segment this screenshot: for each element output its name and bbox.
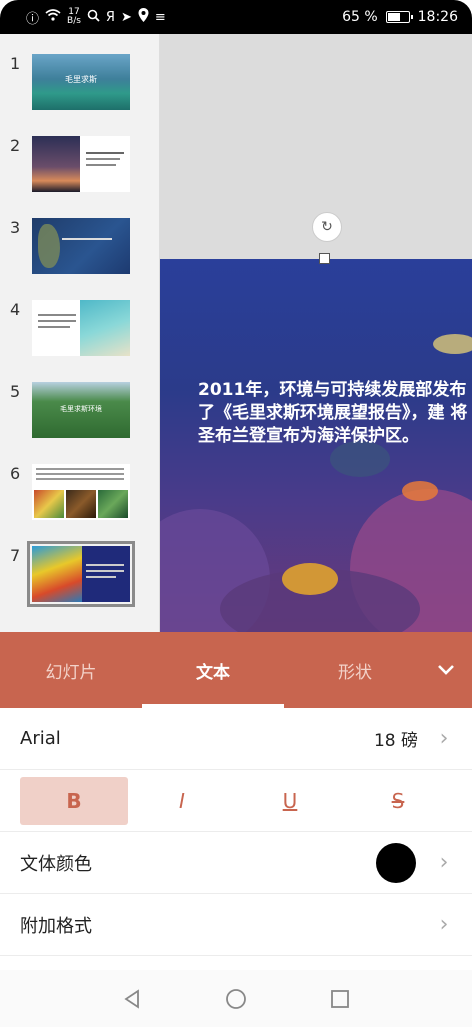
slide-text-box[interactable]: 2011年，环境与可持续发展部发布了《毛里求斯环境展望报告》，建 将圣布兰登宣布… (198, 379, 470, 448)
text-format-panel: Arial 18 磅 › B I U S 文体颜色 › 附加格式 › (0, 708, 472, 958)
slide-caption: 毛里求斯 (65, 75, 97, 84)
alert-icon: ⓘ (26, 11, 40, 27)
tab-slide[interactable]: 幻灯片 (0, 632, 142, 708)
tab-shape[interactable]: 形状 (284, 632, 426, 708)
slide-number: 5 (10, 382, 21, 401)
style-row: B I U S (0, 770, 472, 832)
slide-image (80, 300, 130, 356)
slide-image (32, 546, 82, 602)
font-size: 18 磅 (373, 731, 418, 751)
slide-thumbnail-3[interactable]: 3 (0, 218, 160, 278)
slide-preview: 毛里求斯环境 (32, 382, 130, 438)
slide-number: 6 (10, 464, 21, 483)
slide-preview (32, 136, 130, 192)
net-speed-unit: B/s (67, 16, 81, 26)
bold-button[interactable]: B (20, 776, 128, 825)
slide-thumbnail-4[interactable]: 4 (0, 300, 160, 360)
home-icon[interactable] (221, 984, 251, 1014)
extra-format-label: 附加格式 (20, 915, 92, 937)
chevron-right-icon: › (439, 912, 449, 937)
italic-button[interactable]: I (128, 777, 236, 825)
strikethrough-button[interactable]: S (344, 777, 452, 825)
search-icon (87, 9, 100, 26)
slide-number: 3 (10, 218, 21, 237)
chevron-down-icon[interactable] (432, 656, 460, 684)
extra-format-row[interactable]: 附加格式 › (0, 894, 472, 956)
slide-image (32, 136, 80, 192)
text-color-label: 文体颜色 (20, 853, 92, 875)
yandex-icon: Я (105, 9, 115, 25)
text-color-row[interactable]: 文体颜色 › (0, 832, 472, 894)
tab-text[interactable]: 文本 (142, 632, 284, 708)
slide-number: 1 (10, 54, 21, 73)
slide-number: 4 (10, 300, 21, 319)
clock: 18:26 (417, 9, 458, 25)
slide-preview (32, 464, 130, 520)
back-icon[interactable] (117, 984, 147, 1014)
slide-thumbnail-2[interactable]: 2 (0, 136, 160, 196)
text-color-swatch[interactable] (376, 842, 416, 883)
font-name: Arial (20, 728, 61, 749)
slide-number: 7 (10, 546, 21, 565)
selection-handle-top[interactable] (319, 253, 330, 264)
slide-preview-selected (27, 541, 135, 607)
net-speed: 17 B/s (67, 8, 81, 26)
status-bar: ⓘ 17 B/s Я ➤ ≡ 65 % 18:26 (0, 0, 472, 34)
slide-preview (32, 218, 130, 274)
slide-number: 2 (10, 136, 21, 155)
system-nav-bar (0, 970, 472, 1027)
font-row[interactable]: Arial 18 磅 › (0, 708, 472, 770)
slide-thumbnail-6[interactable]: 6 (0, 464, 160, 524)
slide-canvas[interactable]: 2011年，环境与可持续发展部发布了《毛里求斯环境展望报告》，建 将圣布兰登宣布… (160, 34, 472, 632)
battery-fill (387, 13, 400, 21)
slide-thumbnail-list[interactable]: 1 毛里求斯 2 3 4 5 毛里求斯环境 6 7 (0, 34, 160, 632)
slide-thumbnail-5[interactable]: 5 毛里求斯环境 (0, 382, 160, 442)
slide-preview (32, 300, 130, 356)
wifi-icon (45, 9, 61, 25)
chevron-right-icon: › (439, 726, 449, 751)
slide-thumbnail-1[interactable]: 1 毛里求斯 (0, 54, 160, 114)
format-tab-bar: 幻灯片 文本 形状 (0, 632, 472, 708)
underline-button[interactable]: U (236, 777, 344, 825)
recents-icon[interactable] (325, 984, 355, 1014)
battery-percent: 65 % (342, 9, 378, 25)
send-icon: ➤ (120, 9, 132, 25)
menu-lines-icon: ≡ (154, 9, 166, 25)
battery-icon (385, 11, 413, 23)
slide-preview: 毛里求斯 (32, 54, 130, 110)
chevron-right-icon: › (439, 850, 449, 875)
slide-thumbnail-7[interactable]: 7 (0, 541, 160, 607)
rotate-icon[interactable]: ↻ (312, 212, 342, 242)
slide-7-editing[interactable]: 2011年，环境与可持续发展部发布了《毛里求斯环境展望报告》，建 将圣布兰登宣布… (160, 259, 472, 632)
slide-caption: 毛里求斯环境 (60, 405, 102, 413)
location-icon (138, 8, 149, 26)
